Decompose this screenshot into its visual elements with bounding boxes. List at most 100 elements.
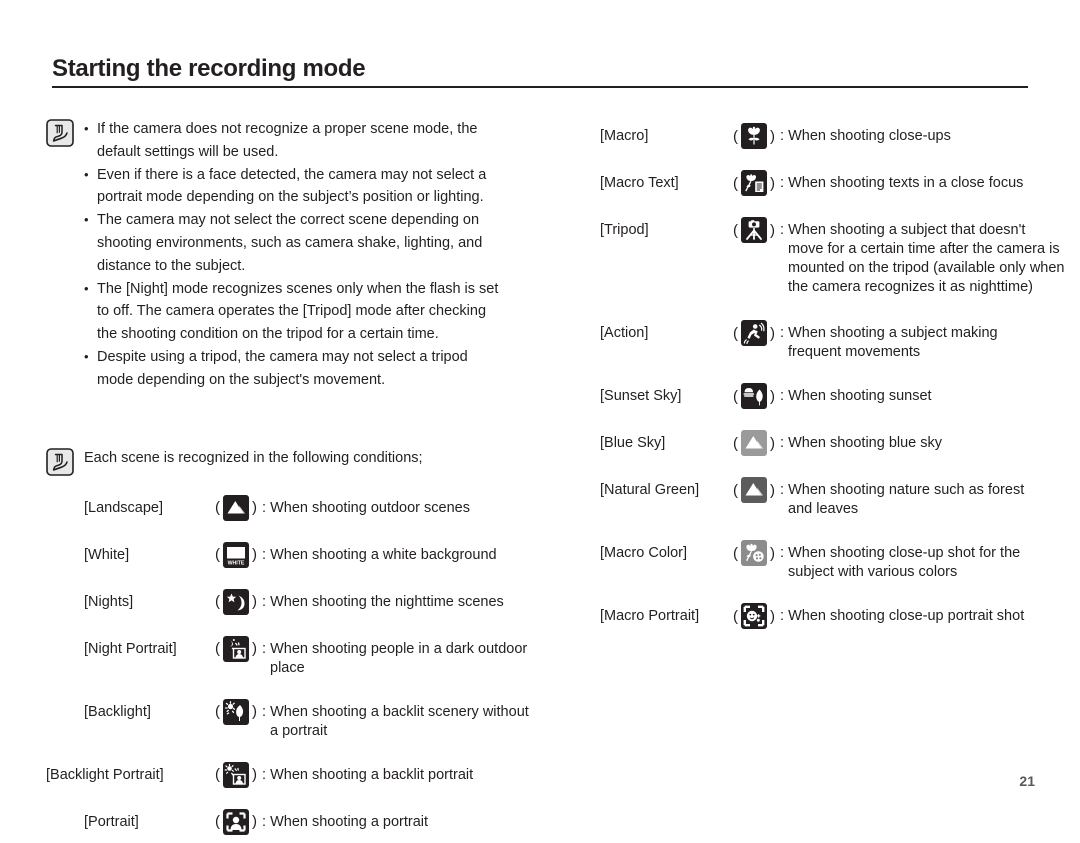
note-body: If the camera does not recognize a prope…	[84, 118, 546, 392]
landscape-icon	[223, 494, 249, 521]
colon: :	[262, 703, 267, 720]
desc-text: When shooting close-up portrait shot	[788, 608, 1025, 624]
bullet-line: to off. The camera operates the [Tripod]…	[97, 303, 487, 320]
scene-description: : When shooting a subject making frequen…	[778, 315, 1045, 362]
macro-portrait-icon	[741, 603, 767, 629]
open-paren: (	[733, 127, 738, 145]
colon: :	[262, 593, 267, 610]
scene-description: : When shooting a white background	[260, 537, 546, 565]
scene-label: [Macro Text]	[600, 175, 679, 191]
white-background-icon: WHITE	[223, 541, 249, 568]
tripod-icon	[741, 217, 767, 243]
open-paren: (	[215, 766, 220, 784]
desc-text: When shooting a white background	[270, 546, 497, 563]
colon: :	[262, 546, 267, 563]
scene-label: [Macro Color]	[600, 545, 688, 561]
colon: :	[780, 608, 785, 624]
right-scene-list: [Macro] ( ) : When shooting close-ups [M…	[600, 118, 1064, 629]
scene-row-backlight: [Backlight] ( ) : When shooting a backli…	[84, 694, 546, 741]
action-runner-icon	[741, 320, 767, 346]
scene-icon-group: ( )	[730, 118, 778, 149]
desc-text: When shooting a backlit scenery without	[270, 703, 529, 720]
open-paren: (	[733, 607, 738, 625]
scene-row-night-portrait: [Night Portrait] ( ): When shooting peo…	[84, 631, 546, 678]
scene-icon-group: ( )	[730, 598, 778, 629]
colon: :	[780, 545, 785, 561]
desc-text: When shooting sunset	[788, 388, 932, 404]
open-paren: (	[733, 324, 738, 342]
colon: :	[780, 325, 785, 341]
scene-icon-group: ( )	[212, 694, 260, 725]
close-paren: )	[770, 544, 775, 562]
desc-line: : When shooting sunset	[780, 387, 1045, 406]
desc-line: : When shooting a subject making	[780, 324, 1045, 343]
scene-description: : When shooting a backlit scenery withou…	[260, 694, 546, 741]
natural-green-icon	[741, 477, 767, 503]
bullet-line: distance to the subject.	[97, 257, 246, 274]
note-block-warnings: If the camera does not recognize a prope…	[46, 118, 546, 392]
scene-row-portrait: [Portrait] ( ) : When shooting a portrai…	[84, 804, 546, 835]
scene-description: : When shooting blue sky	[778, 425, 1045, 453]
macro-flower-icon	[741, 123, 767, 149]
desc-line: : When shooting close-up portrait shot	[780, 607, 1045, 626]
scene-label: [Nights]	[84, 593, 134, 610]
bullet-line: the shooting condition on the tripod for…	[97, 326, 439, 343]
scene-label: [Natural Green]	[600, 482, 700, 498]
bullet-line: Even if there is a face detected, the ca…	[97, 166, 487, 183]
desc-line: : When shooting a backlit scenery withou…	[262, 703, 546, 722]
page-number: 21	[1019, 773, 1035, 789]
scene-row-macro-portrait: [Macro Portrait] (): When shooting clo…	[600, 598, 1045, 629]
scene-label: [Night Portrait]	[84, 640, 177, 657]
desc-line: and leaves	[788, 501, 859, 517]
scene-icon-group: ( )	[730, 378, 778, 409]
scene-description: : When shooting people in a dark outdoor…	[260, 631, 546, 678]
desc-line: : When shooting nature such as forest	[780, 481, 1045, 500]
scene-row-action: [Action] ( ) : When shooting a subject m…	[600, 315, 1045, 362]
close-paren: )	[770, 221, 775, 239]
scene-description: : When shooting outdoor scenes	[260, 490, 546, 518]
desc-line: : When shooting outdoor scenes	[262, 499, 546, 518]
note-pen-icon	[46, 119, 74, 147]
scene-icon-group: ( )	[212, 804, 260, 835]
scene-icon-group: ( )	[212, 757, 260, 788]
left-scene-list: [Landscape] ( ) : When shooting outdoor …	[46, 490, 546, 835]
close-paren: )	[770, 174, 775, 192]
page-title: Starting the recording mode	[52, 55, 366, 82]
colon: :	[262, 813, 267, 830]
desc-text: When shooting a subject that doesn't	[788, 222, 1026, 238]
bullet-line: The [Night] mode recognizes scenes only …	[97, 280, 499, 297]
desc-line: subject with various colors	[788, 564, 958, 580]
close-paren: )	[770, 607, 775, 625]
desc-text: When shooting outdoor scenes	[270, 499, 470, 516]
scene-label: [Portrait]	[84, 813, 139, 830]
note-block-scene-conditions: Each scene is recognized in the followin…	[46, 447, 546, 476]
close-paren: )	[770, 481, 775, 499]
desc-line: : When shooting a white background	[262, 546, 546, 565]
desc-text: When shooting blue sky	[788, 435, 943, 451]
scene-row-macro: [Macro] ( ) : When shooting close-ups	[600, 118, 1045, 149]
scene-label: [Macro Portrait]	[600, 608, 700, 624]
close-paren: )	[770, 324, 775, 342]
list-item: Even if there is a face detected, the ca…	[84, 164, 546, 210]
scene-label: [Landscape]	[84, 499, 164, 516]
scene-label: [Backlight Portrait]	[46, 766, 164, 783]
desc-line: : When shooting texts in a close focus	[780, 174, 1045, 193]
scene-description: : When shooting close-up shot for the su…	[778, 535, 1045, 582]
warning-bullet-list: If the camera does not recognize a prope…	[84, 118, 546, 392]
desc-text: When shooting people in a dark outdoor	[270, 640, 528, 657]
close-paren: )	[252, 499, 257, 517]
scene-icon-group: ( WHITE )	[212, 537, 260, 568]
scene-icon-group: ( )	[730, 212, 778, 243]
list-item: The [Night] mode recognizes scenes only …	[84, 278, 546, 346]
macro-text-icon	[741, 170, 767, 196]
colon: :	[780, 222, 785, 238]
desc-text: When shooting the nighttime scenes	[270, 593, 504, 610]
desc-text: When shooting a subject making	[788, 325, 998, 341]
desc-text: When shooting a portrait	[270, 813, 429, 830]
scene-icon-group: ( )	[730, 472, 778, 503]
close-paren: )	[252, 593, 257, 611]
desc-line: the camera recognizes it as nighttime)	[788, 279, 1033, 295]
right-column: [Macro] ( ) : When shooting close-ups [M…	[600, 118, 1064, 637]
scene-icon-group: ( )	[730, 165, 778, 196]
colon: :	[780, 435, 785, 451]
